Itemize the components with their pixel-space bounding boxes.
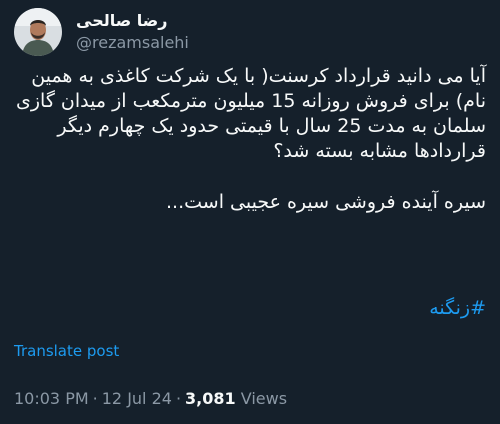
views-count[interactable]: 3,081	[185, 389, 236, 408]
tweet-paragraph: آیا می دانید قرارداد کرسنت( با یک شرکت ک…	[16, 65, 486, 162]
author-display-name[interactable]: رضا صالحی	[76, 10, 189, 32]
post-date[interactable]: 12 Jul 24	[102, 389, 172, 408]
hashtag-link[interactable]: #زنگنه	[429, 296, 486, 321]
translate-post-link[interactable]: Translate post	[14, 341, 119, 361]
tweet-paragraph: سیره آینده فروشی سیره عجیبی است...	[166, 191, 486, 213]
tweet-header: رضا صالحی @rezamsalehi	[14, 6, 189, 58]
meta-separator: ·	[92, 389, 98, 408]
meta-separator: ·	[175, 389, 182, 408]
tweet-text: آیا می دانید قرارداد کرسنت( با یک شرکت ک…	[14, 64, 486, 215]
author-handle[interactable]: @rezamsalehi	[76, 32, 189, 54]
tweet-meta: 10:03 PM · 12 Jul 24 · 3,081 Views	[14, 388, 287, 410]
views-label[interactable]: Views	[241, 389, 287, 408]
post-time[interactable]: 10:03 PM	[14, 389, 89, 408]
avatar[interactable]	[14, 8, 62, 56]
